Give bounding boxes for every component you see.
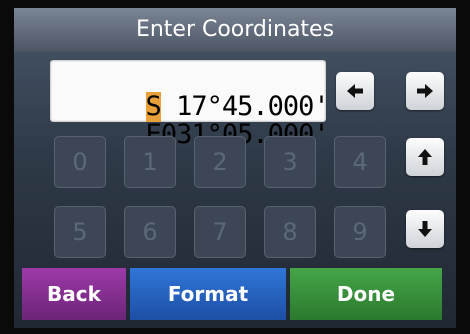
key-6[interactable]: 6 <box>124 206 176 258</box>
key-7[interactable]: 7 <box>194 206 246 258</box>
key-5[interactable]: 5 <box>54 206 106 258</box>
key-2[interactable]: 2 <box>194 136 246 188</box>
page-title: Enter Coordinates <box>14 8 456 52</box>
cursor-right-button[interactable] <box>406 72 444 110</box>
arrow-left-icon <box>347 84 363 98</box>
key-4[interactable]: 4 <box>334 136 386 188</box>
done-button[interactable]: Done <box>290 268 442 320</box>
scroll-up-button[interactable] <box>406 138 444 176</box>
key-9[interactable]: 9 <box>334 206 386 258</box>
key-3[interactable]: 3 <box>264 136 316 188</box>
cursor-left-button[interactable] <box>336 72 374 110</box>
format-button[interactable]: Format <box>130 268 286 320</box>
key-0[interactable]: 0 <box>54 136 106 188</box>
scroll-down-button[interactable] <box>406 210 444 248</box>
back-button[interactable]: Back <box>22 268 126 320</box>
key-8[interactable]: 8 <box>264 206 316 258</box>
coordinate-field[interactable]: S 17°45.000' E031°05.000' <box>50 60 330 150</box>
arrow-up-icon <box>418 149 432 165</box>
arrow-down-icon <box>418 221 432 237</box>
longitude-line[interactable]: E031°05.000' <box>54 90 330 150</box>
arrow-right-icon <box>417 84 433 98</box>
latitude-line[interactable]: S 17°45.000' <box>54 62 330 122</box>
key-1[interactable]: 1 <box>124 136 176 188</box>
